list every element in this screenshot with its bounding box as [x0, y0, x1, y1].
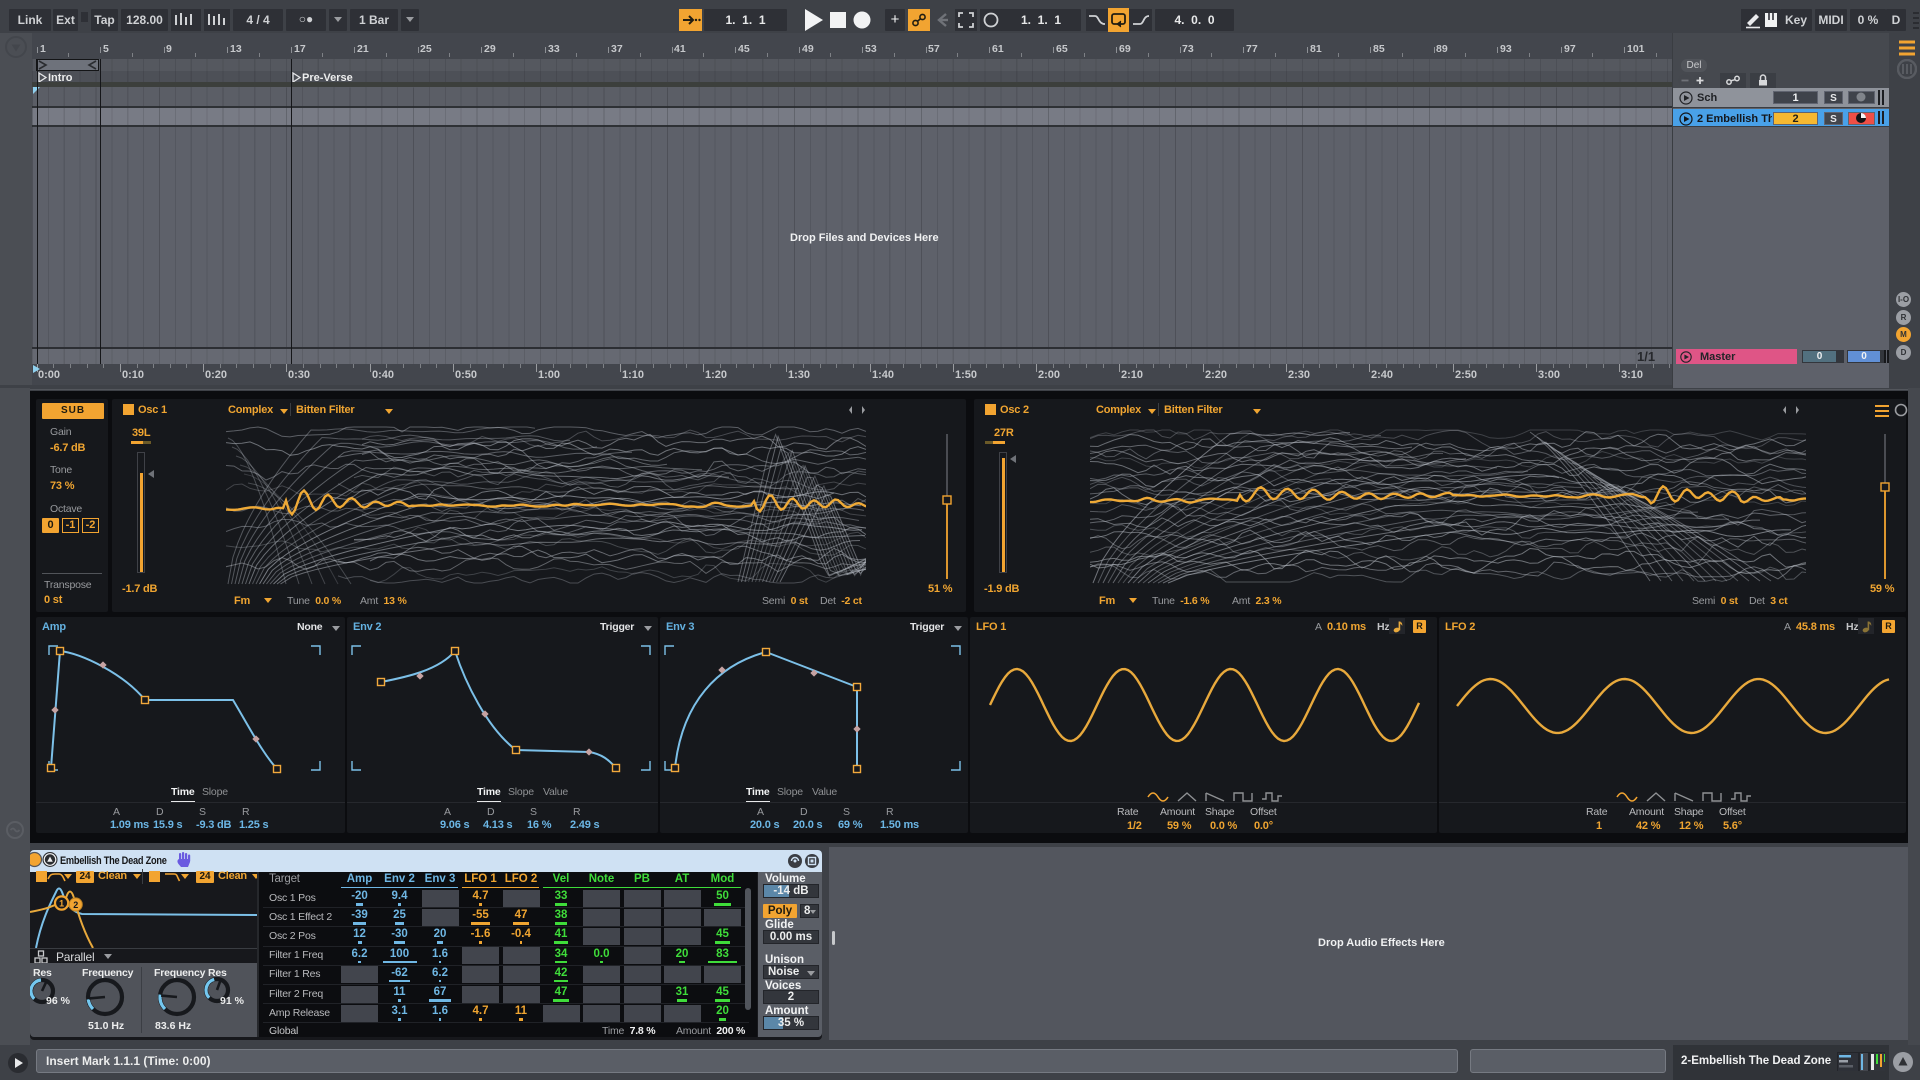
- svg-text:1: 1: [59, 899, 64, 909]
- svg-text:2: 2: [73, 900, 78, 910]
